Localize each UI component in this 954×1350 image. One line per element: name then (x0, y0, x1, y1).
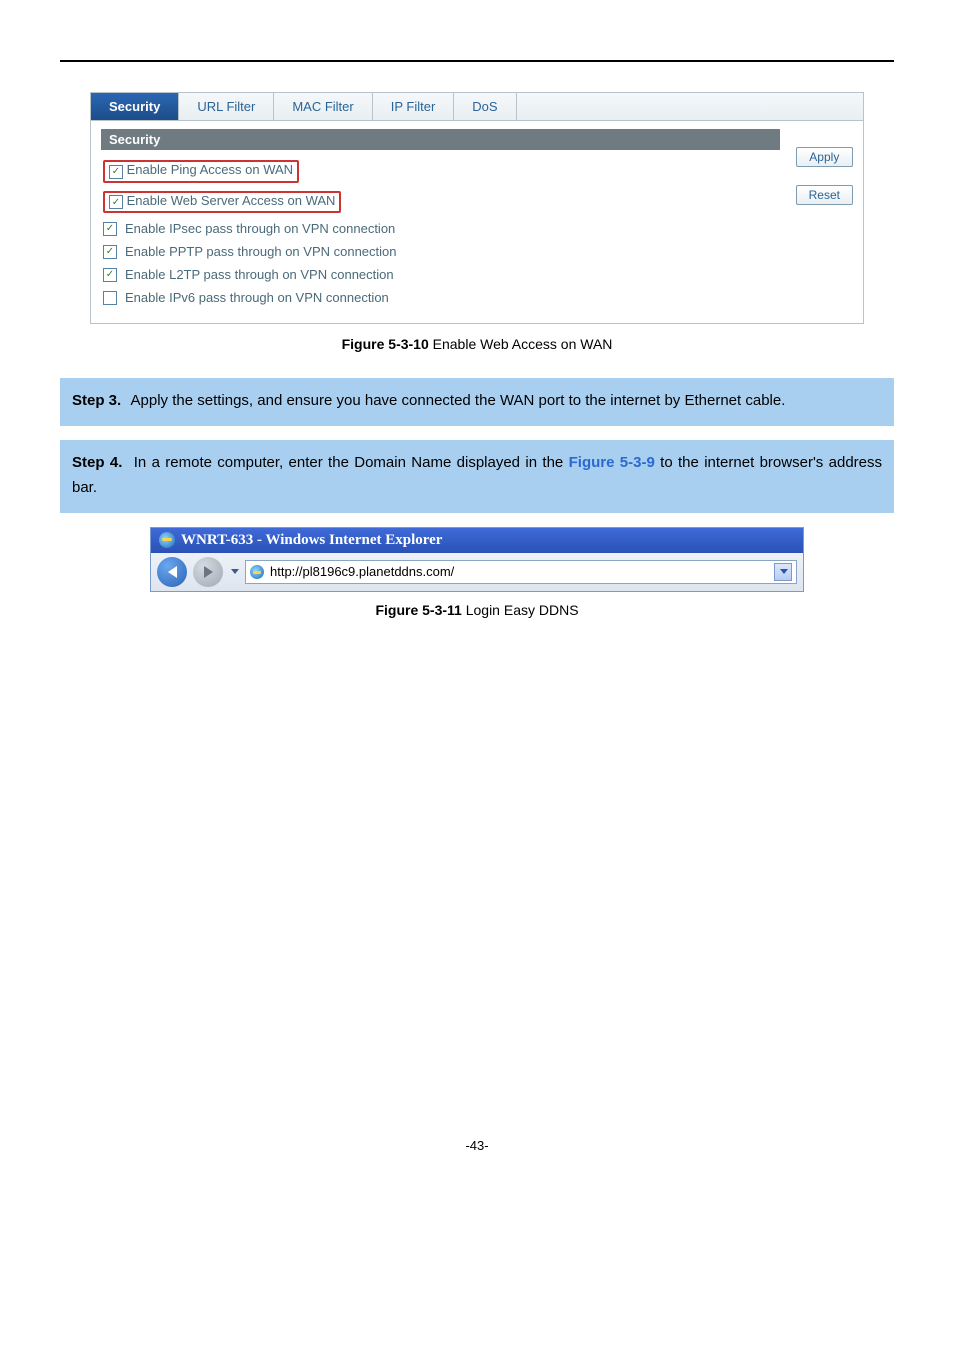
tab-ip-filter[interactable]: IP Filter (373, 93, 455, 120)
checkbox[interactable]: ✓ (103, 245, 117, 259)
browser-titlebar: WNRT-633 - Windows Internet Explorer (151, 528, 803, 553)
option-label: Enable L2TP pass through on VPN connecti… (125, 267, 394, 282)
figure-caption-5-3-10: Figure 5-3-10 Enable Web Access on WAN (60, 336, 894, 352)
arrow-right-icon (204, 566, 213, 578)
reset-button[interactable]: Reset (796, 185, 853, 205)
option-label: Enable IPsec pass through on VPN connect… (125, 221, 395, 236)
checkbox[interactable]: ✓ (109, 195, 123, 209)
checkbox[interactable]: ✓ (103, 268, 117, 282)
tab-mac-filter[interactable]: MAC Filter (274, 93, 372, 120)
tab-security[interactable]: Security (91, 93, 179, 120)
nav-dropdown-icon[interactable] (231, 569, 239, 574)
browser-window: WNRT-633 - Windows Internet Explorer htt… (150, 527, 804, 592)
address-url: http://pl8196c9.planetddns.com/ (270, 564, 454, 579)
step-4-block: Step 4. In a remote computer, enter the … (60, 440, 894, 513)
security-option-row: ✓ Enable PPTP pass through on VPN connect… (101, 240, 780, 263)
option-label: Enable Ping Access on WAN (127, 162, 293, 177)
apply-button[interactable]: Apply (796, 147, 853, 167)
back-button[interactable] (157, 557, 187, 587)
chevron-down-icon (780, 569, 788, 574)
address-bar[interactable]: http://pl8196c9.planetddns.com/ (245, 560, 797, 584)
tab-url-filter[interactable]: URL Filter (179, 93, 274, 120)
highlight-box: ✓ Enable Web Server Access on WAN (103, 191, 341, 214)
checkbox[interactable]: ✓ (109, 165, 123, 179)
ie-logo-icon (159, 532, 175, 548)
figure-ref-5-3-9: Figure 5-3-9 (569, 454, 655, 471)
option-label: Enable PPTP pass through on VPN connecti… (125, 244, 397, 259)
security-option-row: Enable IPv6 pass through on VPN connecti… (101, 286, 780, 309)
option-label: Enable IPv6 pass through on VPN connecti… (125, 290, 389, 305)
checkbox[interactable]: ✓ (103, 222, 117, 236)
step-3-text: Apply the settings, and ensure you have … (131, 392, 786, 409)
tab-strip: Security URL Filter MAC Filter IP Filter… (91, 93, 863, 121)
arrow-left-icon (168, 566, 177, 578)
security-panel: Security URL Filter MAC Filter IP Filter… (90, 92, 864, 324)
checkbox[interactable] (103, 291, 117, 305)
security-option-row: ✓ Enable IPsec pass through on VPN connec… (101, 217, 780, 240)
step-4-label: Step 4. (72, 454, 122, 471)
browser-title-text: WNRT-633 - Windows Internet Explorer (181, 532, 442, 549)
figure-caption-5-3-11: Figure 5-3-11 Login Easy DDNS (60, 602, 894, 618)
step-3-block: Step 3. Apply the settings, and ensure y… (60, 378, 894, 426)
browser-toolbar: http://pl8196c9.planetddns.com/ (151, 553, 803, 591)
security-option-row: ✓ Enable L2TP pass through on VPN connect… (101, 263, 780, 286)
security-option-row: ✓ Enable Web Server Access on WAN (101, 187, 780, 218)
option-label: Enable Web Server Access on WAN (127, 193, 336, 208)
highlight-box: ✓ Enable Ping Access on WAN (103, 160, 299, 183)
tab-dos[interactable]: DoS (454, 93, 516, 120)
security-option-row: ✓ Enable Ping Access on WAN (101, 156, 780, 187)
page-number: -43- (60, 1138, 894, 1153)
page-icon (250, 565, 264, 579)
forward-button[interactable] (193, 557, 223, 587)
step-3-label: Step 3. (72, 392, 121, 409)
address-dropdown-button[interactable] (774, 563, 792, 581)
section-title: Security (101, 129, 780, 150)
step-4-text-pre: In a remote computer, enter the Domain N… (134, 454, 569, 471)
